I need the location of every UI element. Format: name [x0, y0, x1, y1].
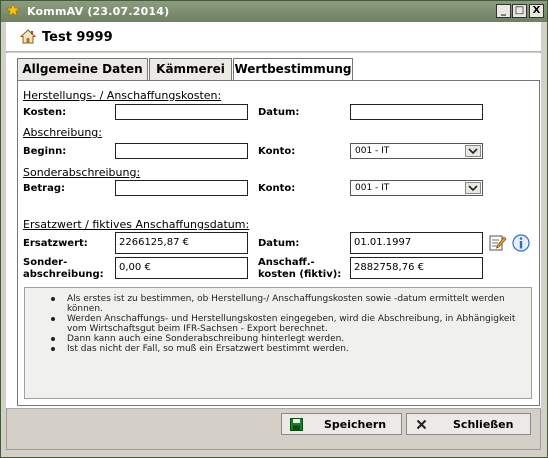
beginn-input[interactable] [115, 143, 248, 159]
info-icon[interactable] [511, 233, 531, 253]
list-item: Ist das nicht der Fall, so muß ein Ersat… [51, 344, 521, 354]
section-ersatzwert: Ersatzwert / fiktives Anschaffungsdatum: [23, 218, 250, 231]
list-item: Dann kann auch eine Sonderabschreibung h… [51, 334, 521, 344]
record-title: Test 9999 [42, 30, 113, 45]
sonder-label-line2: abschreibung: [23, 269, 104, 280]
betrag-input[interactable] [115, 180, 248, 196]
maximize-button[interactable]: □ [512, 4, 527, 18]
save-button-label: Speichern [324, 418, 387, 431]
chevron-down-icon[interactable] [465, 145, 481, 157]
anschaff-label-line1: Anschaff.- [258, 257, 315, 268]
house-icon [20, 29, 36, 44]
datum-label: Datum: [258, 107, 300, 118]
sonder-konto-value: 001 - IT [355, 183, 390, 193]
section-sonderabschreibung: Sonderabschreibung: [23, 166, 141, 179]
sonder-konto-label: Konto: [258, 183, 296, 194]
floppy-disk-icon [290, 418, 303, 431]
section-abschreibung: Abschreibung: [23, 126, 102, 139]
tab-kaemmerei[interactable]: Kämmerei [149, 58, 232, 80]
konto-label: Konto: [258, 146, 296, 157]
ersatz-datum-input[interactable]: 01.01.1997 [350, 232, 483, 254]
ersatzwert-label: Ersatzwert: [23, 238, 88, 249]
ersatz-datum-label: Datum: [258, 238, 300, 249]
edit-note-icon[interactable] [488, 233, 508, 253]
x-icon [416, 419, 427, 430]
save-button[interactable]: Speichern [281, 413, 402, 435]
close-button-label: Schließen [453, 418, 514, 431]
tab-allgemeine-daten[interactable]: Allgemeine Daten [17, 58, 148, 80]
sonderabschreibung-input[interactable]: 0,00 € [115, 257, 248, 279]
datum-input[interactable] [350, 104, 483, 120]
kosten-input[interactable] [115, 104, 248, 120]
star-icon [6, 3, 20, 17]
beginn-label: Beginn: [23, 146, 67, 157]
betrag-label: Betrag: [23, 183, 66, 194]
record-header: Test 9999 [6, 22, 541, 52]
window-title: KommAV (23.07.2014) [27, 5, 170, 18]
chevron-down-icon[interactable] [465, 182, 481, 194]
kosten-label: Kosten: [23, 107, 67, 118]
close-button[interactable]: Schließen [406, 413, 531, 435]
list-item: Werden Anschaffungs- und Herstellungskos… [51, 314, 521, 334]
anschaffungskosten-fiktiv-input[interactable]: 2882758,76 € [350, 257, 483, 279]
abschreibung-konto-value: 001 - IT [355, 146, 390, 156]
footer-divider [6, 408, 541, 409]
close-window-button[interactable]: X [529, 4, 544, 18]
section-herstellungskosten: Herstellungs- / Anschaffungskosten: [23, 89, 222, 102]
anschaff-label-line2: kosten (fiktiv): [258, 269, 342, 280]
info-list: Als erstes ist zu bestimmen, ob Herstell… [51, 294, 521, 354]
sonder-konto-select[interactable]: 001 - IT [350, 180, 483, 196]
info-box: Als erstes ist zu bestimmen, ob Herstell… [24, 287, 532, 399]
list-item: Als erstes ist zu bestimmen, ob Herstell… [51, 294, 521, 314]
tab-wertbestimmung[interactable]: Wertbestimmung [233, 58, 353, 81]
abschreibung-konto-select[interactable]: 001 - IT [350, 143, 483, 159]
sonder-label-line1: Sonder- [23, 257, 68, 268]
minimize-button[interactable]: _ [496, 4, 511, 18]
ersatzwert-input[interactable]: 2266125,87 € [115, 232, 248, 254]
title-bar[interactable]: KommAV (23.07.2014) _ □ X [1, 1, 547, 22]
